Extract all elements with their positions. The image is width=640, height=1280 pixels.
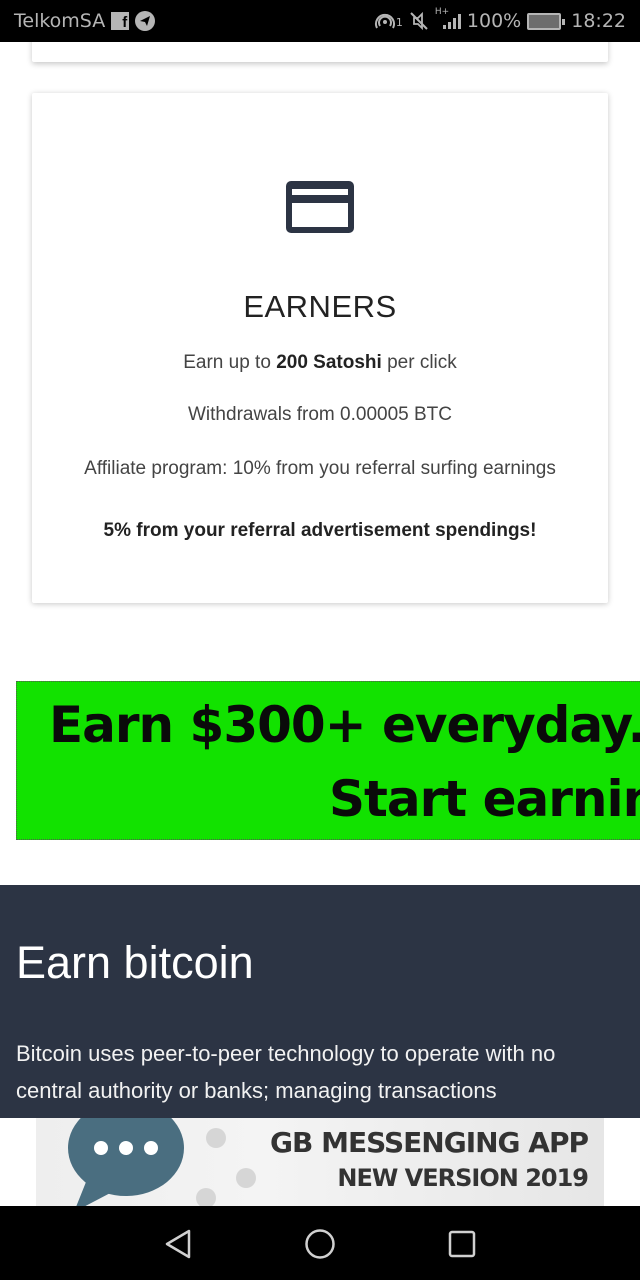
earn-rate-amount: 200 Satoshi xyxy=(276,352,382,373)
status-bar: TelkomSA f 1 H+ 100% 18:22 xyxy=(0,0,640,42)
credit-card-icon xyxy=(286,181,354,233)
recents-icon xyxy=(448,1230,476,1258)
banner-subline: Start earning xyxy=(329,770,640,828)
ad-subtitle: NEW VERSION 2019 xyxy=(337,1164,589,1192)
hotspot-icon xyxy=(374,11,396,31)
back-button[interactable] xyxy=(162,1228,194,1260)
clock: 18:22 xyxy=(571,10,626,32)
status-bar-right: 1 H+ 100% 18:22 xyxy=(374,7,626,32)
ad-banner-messenger[interactable]: GB MESSENGING APP NEW VERSION 2019 xyxy=(36,1118,604,1206)
signal-icon: H+ xyxy=(435,7,461,31)
chat-bubble-icon xyxy=(68,1118,184,1206)
mute-icon xyxy=(409,11,429,31)
earn-rate-suffix: per click xyxy=(381,352,457,373)
telegram-icon xyxy=(135,11,156,31)
web-page: EARNERS Earn up to 200 Satoshi per click… xyxy=(0,42,640,1206)
status-bar-left: TelkomSA f xyxy=(14,10,156,32)
battery-charging-icon xyxy=(527,12,566,30)
section-text: Bitcoin uses peer-to-peer technology to … xyxy=(16,1041,556,1103)
ad-banner-earn[interactable]: Earn $300+ everyday. F Start earning xyxy=(16,681,640,840)
earn-rate-text: Earn up to 200 Satoshi per click xyxy=(72,347,568,378)
navigation-bar xyxy=(0,1206,640,1280)
referral-ad-text: 5% from your referral advertisement spen… xyxy=(103,520,537,541)
carrier-name: TelkomSA xyxy=(14,10,106,32)
decor-dot xyxy=(196,1188,216,1206)
previous-card xyxy=(32,42,608,62)
section-title: Earn bitcoin xyxy=(16,937,254,988)
ad-title: GB MESSENGING APP xyxy=(270,1126,589,1159)
hotspot-count: 1 xyxy=(395,16,403,29)
earners-card: EARNERS Earn up to 200 Satoshi per click… xyxy=(32,93,608,603)
earn-rate-prefix: Earn up to xyxy=(183,352,277,373)
decor-dot xyxy=(206,1128,226,1148)
withdrawal-text: Withdrawals from 0.00005 BTC xyxy=(188,404,452,425)
card-title: EARNERS xyxy=(243,289,397,324)
battery-percent: 100% xyxy=(466,10,522,32)
bottom-ad[interactable]: GB MESSENGING APP NEW VERSION 2019 xyxy=(0,1118,640,1206)
affiliate-text: Affiliate program: 10% from you referral… xyxy=(84,458,556,479)
home-button[interactable] xyxy=(304,1228,336,1260)
facebook-icon: f xyxy=(111,12,130,30)
banner-headline: Earn $300+ everyday. F xyxy=(49,696,640,754)
network-type: H+ xyxy=(434,7,450,17)
back-icon xyxy=(165,1229,191,1259)
home-icon xyxy=(305,1229,335,1259)
recents-button[interactable] xyxy=(446,1228,478,1260)
decor-dot xyxy=(236,1168,256,1188)
